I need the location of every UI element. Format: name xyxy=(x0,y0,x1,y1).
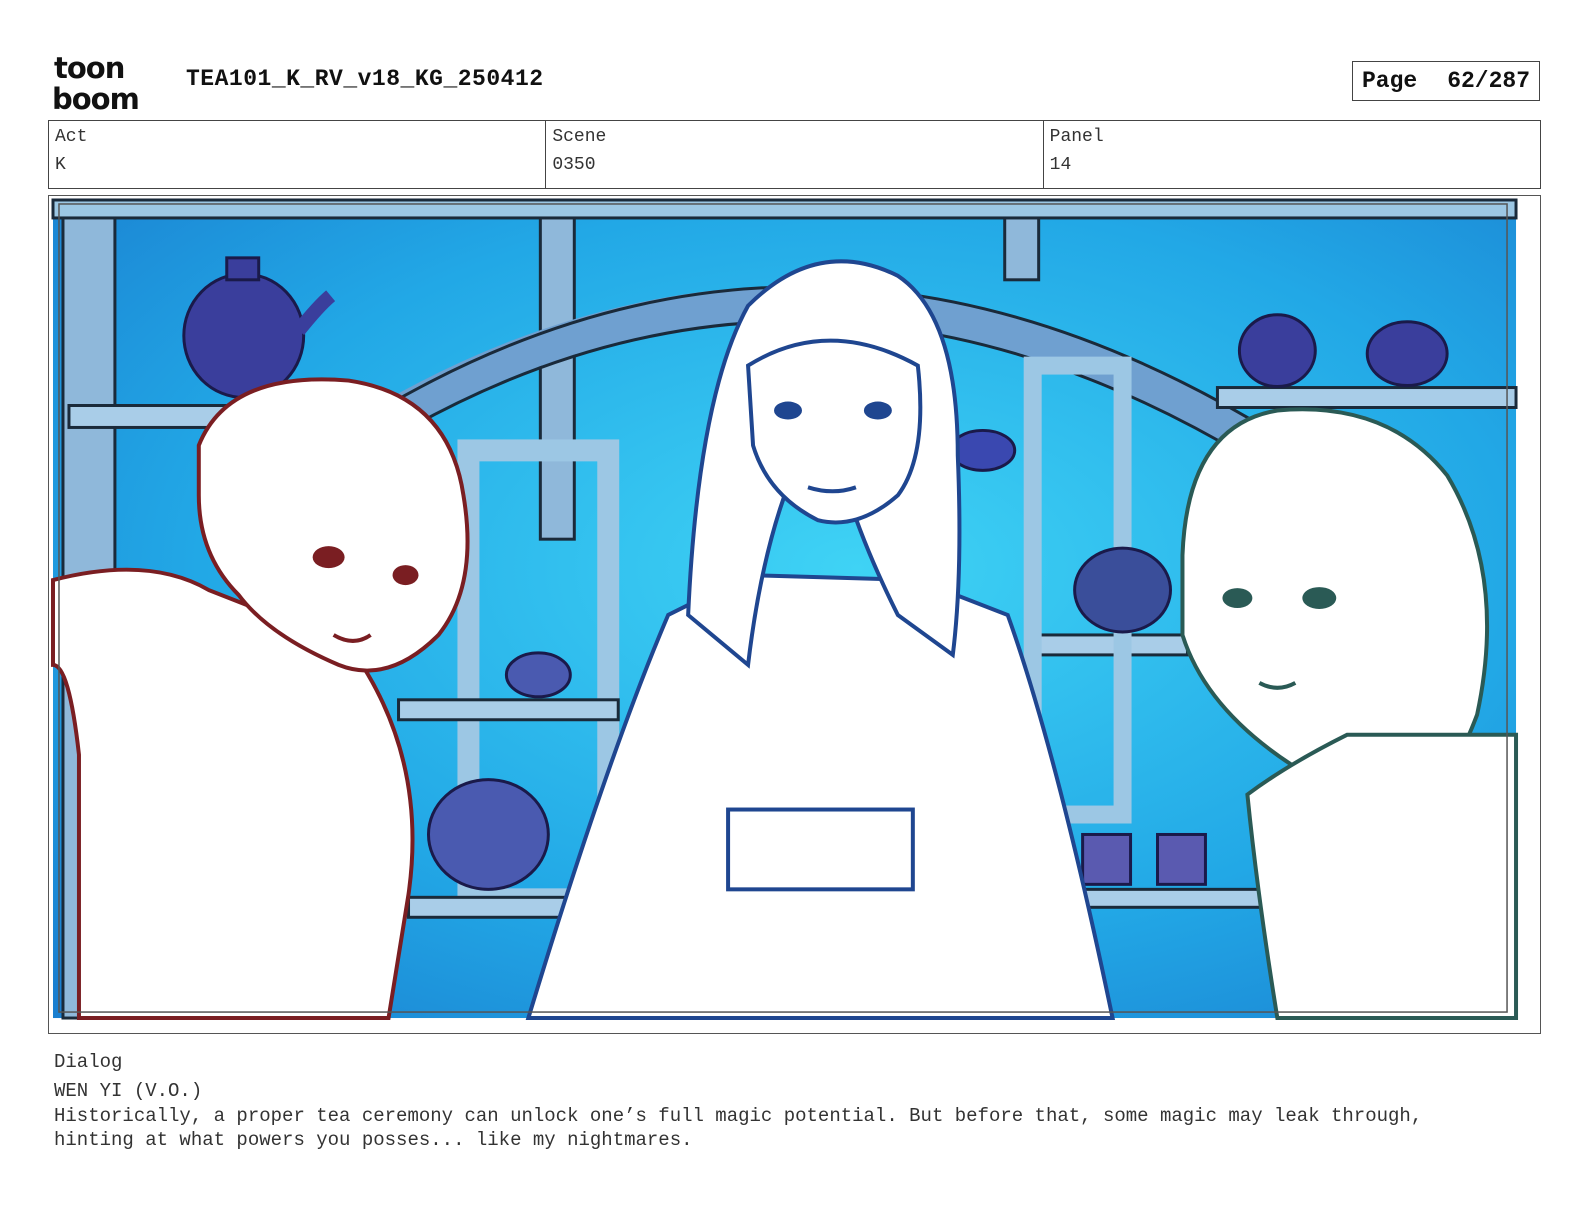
panel-value: 14 xyxy=(1049,155,1072,175)
page-label: Page xyxy=(1361,68,1418,94)
page-number: 62/287 xyxy=(1447,68,1531,94)
center-character-eye-2 xyxy=(863,401,892,420)
scene-value: 0350 xyxy=(552,155,596,175)
act-cell: Act K xyxy=(49,121,547,188)
shelf-mid-left xyxy=(397,698,620,722)
cup-right-1 xyxy=(1081,832,1133,886)
top-beam xyxy=(51,198,1518,220)
logo-line-1: toon xyxy=(54,52,124,85)
right-character-eye-2 xyxy=(1302,587,1337,610)
storyboard-illustration xyxy=(50,198,1519,1021)
right-character-body xyxy=(1245,732,1519,1021)
teapot-large xyxy=(182,272,306,400)
left-character-eye-2 xyxy=(392,565,419,586)
cup-right-2 xyxy=(1156,832,1207,886)
toon-boom-logo: toon boom xyxy=(52,52,140,112)
center-character-sash xyxy=(726,807,915,892)
frame-post-middle-left xyxy=(538,198,576,541)
right-character-eye-1 xyxy=(1222,588,1253,609)
scene-label: Scene xyxy=(552,127,607,147)
panel-cell: Panel 14 xyxy=(1044,121,1540,188)
panel-label: Panel xyxy=(1049,127,1104,147)
document-title: TEA101_K_RV_v18_KG_250412 xyxy=(186,66,544,92)
dialog-text: Historically, a proper tea ceremony can … xyxy=(54,1105,1423,1151)
logo-line-2: boom xyxy=(52,82,139,112)
page-indicator: Page 62/287 xyxy=(1352,61,1540,101)
shelf-top-right xyxy=(1215,386,1518,409)
figurine-tiger xyxy=(1365,320,1449,388)
left-character-eye-1 xyxy=(312,546,345,569)
storyboard-panel xyxy=(48,195,1541,1034)
scene-cell: Scene 0350 xyxy=(546,121,1044,188)
bowl-mid xyxy=(504,651,572,699)
center-character-eye-1 xyxy=(774,401,802,420)
teapot-right xyxy=(1073,546,1172,634)
dialog-speaker: WEN YI (V.O.) xyxy=(54,1080,203,1102)
scene-info-table: Act K Scene 0350 Panel 14 xyxy=(48,120,1541,189)
bowl-upper-right xyxy=(949,428,1017,472)
act-value: K xyxy=(55,155,66,175)
teapot-lower xyxy=(426,778,550,891)
teapot-large-lid xyxy=(225,256,261,282)
dialog-label: Dialog xyxy=(54,1051,123,1073)
shelf-mid-right xyxy=(1036,633,1189,657)
figurine-ox xyxy=(1237,313,1317,389)
act-label: Act xyxy=(55,127,88,147)
